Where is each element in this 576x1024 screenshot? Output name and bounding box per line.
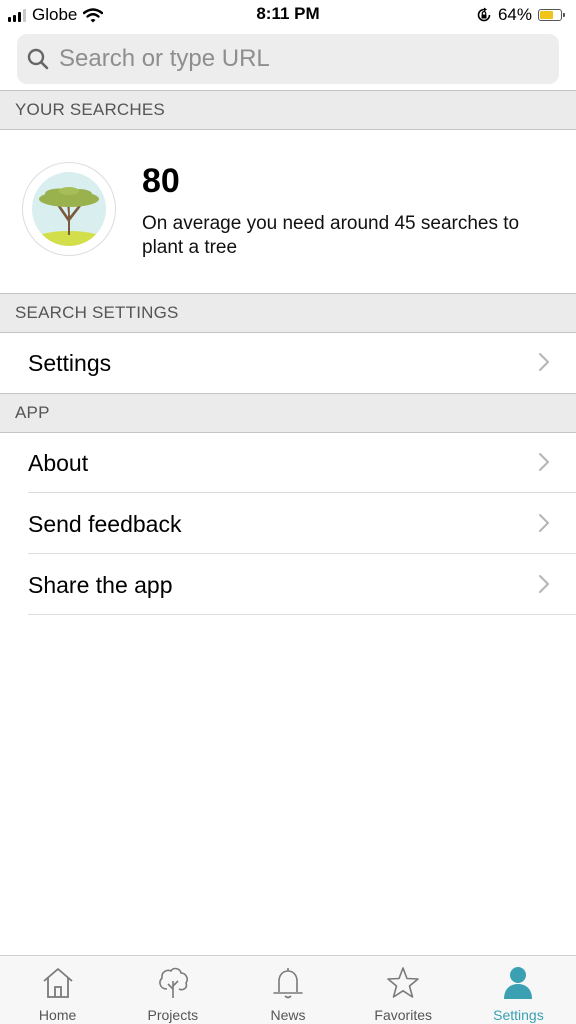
bell-icon <box>273 968 303 999</box>
tab-projects-label: Projects <box>147 1007 199 1023</box>
searches-summary: 80 On average you need around 45 searche… <box>0 130 576 293</box>
chevron-right-icon <box>539 453 549 471</box>
row-divider <box>28 492 576 493</box>
search-bar[interactable] <box>17 34 559 84</box>
tab-home-label: Home <box>38 1007 77 1023</box>
tab-settings[interactable]: Settings <box>461 956 576 1024</box>
search-icon <box>27 48 49 70</box>
tab-favorites[interactable]: Favorites <box>346 956 461 1024</box>
battery-icon <box>538 9 565 21</box>
tab-projects[interactable]: Projects <box>115 956 230 1024</box>
share-app-row-label: Share the app <box>28 572 173 598</box>
settings-row-label: Settings <box>28 350 112 376</box>
person-icon <box>504 967 533 999</box>
chevron-right-icon <box>539 353 549 371</box>
settings-screen: Globe 8:11 PM 64% Search or type URL YOU… <box>0 0 576 1024</box>
search-input[interactable] <box>57 44 521 74</box>
tree-illustration <box>22 162 116 256</box>
orientation-lock-icon <box>477 7 491 22</box>
tree-icon <box>158 967 188 998</box>
search-count: 80 <box>142 162 180 200</box>
row-divider <box>28 553 576 554</box>
tab-settings-label: Settings <box>493 1007 544 1023</box>
send-feedback-row-label: Send feedback <box>28 511 182 537</box>
status-right: 64% <box>476 4 565 26</box>
settings-row[interactable]: Settings <box>0 333 576 393</box>
row-divider <box>28 614 576 615</box>
tab-home[interactable]: Home <box>0 956 115 1024</box>
tab-bar: Home Projects News Favorites Settings <box>0 955 576 1024</box>
app-header: APP <box>0 393 576 433</box>
about-row[interactable]: About <box>0 433 576 493</box>
share-app-row[interactable]: Share the app <box>0 555 576 615</box>
your-searches-header: YOUR SEARCHES <box>0 90 576 130</box>
send-feedback-row[interactable]: Send feedback <box>0 494 576 554</box>
chevron-right-icon <box>539 514 549 532</box>
tab-favorites-label: Favorites <box>374 1007 432 1023</box>
search-settings-header: SEARCH SETTINGS <box>0 293 576 333</box>
about-row-label: About <box>28 450 89 476</box>
home-icon <box>43 968 73 998</box>
chevron-right-icon <box>539 575 549 593</box>
status-bar: Globe 8:11 PM 64% <box>0 0 576 30</box>
search-count-description: On average you need around 45 searches t… <box>142 213 520 258</box>
tab-news-label: News <box>270 1007 306 1023</box>
star-icon <box>387 967 420 998</box>
tab-news[interactable]: News <box>230 956 345 1024</box>
battery-percent: 64% <box>497 5 532 24</box>
battery-level <box>540 11 553 19</box>
